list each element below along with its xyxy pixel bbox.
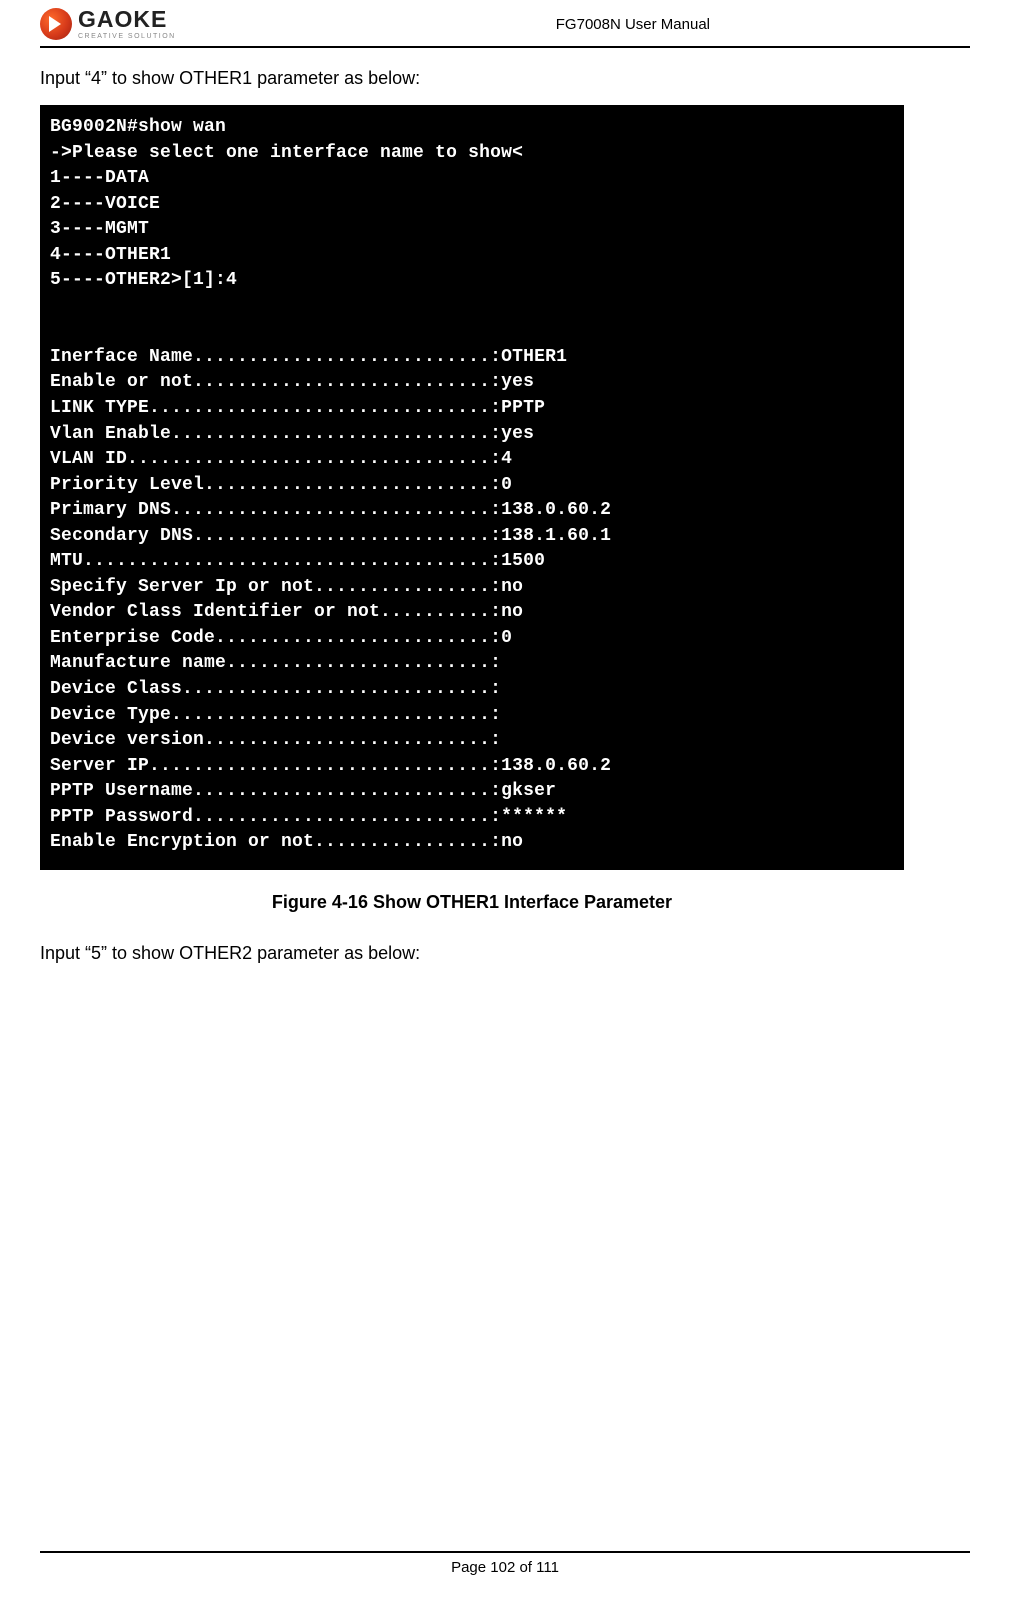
logo: GAOKE CREATIVE SOLUTION [40,8,176,40]
intro-text-1: Input “4” to show OTHER1 parameter as be… [40,68,970,89]
intro-text-2: Input “5” to show OTHER2 parameter as be… [40,943,970,964]
page-footer: Page 102 of 111 [0,1551,1010,1576]
terminal-output: BG9002N#show wan ->Please select one int… [40,105,904,870]
document-title: FG7008N User Manual [556,16,710,33]
page-number: Page 102 of 111 [451,1559,559,1576]
logo-tagline: CREATIVE SOLUTION [78,33,176,40]
logo-word: GAOKE [78,8,176,31]
figure-caption: Figure 4-16 Show OTHER1 Interface Parame… [40,892,904,913]
page-header: GAOKE CREATIVE SOLUTION FG7008N User Man… [40,0,970,48]
brand-icon [40,8,72,40]
